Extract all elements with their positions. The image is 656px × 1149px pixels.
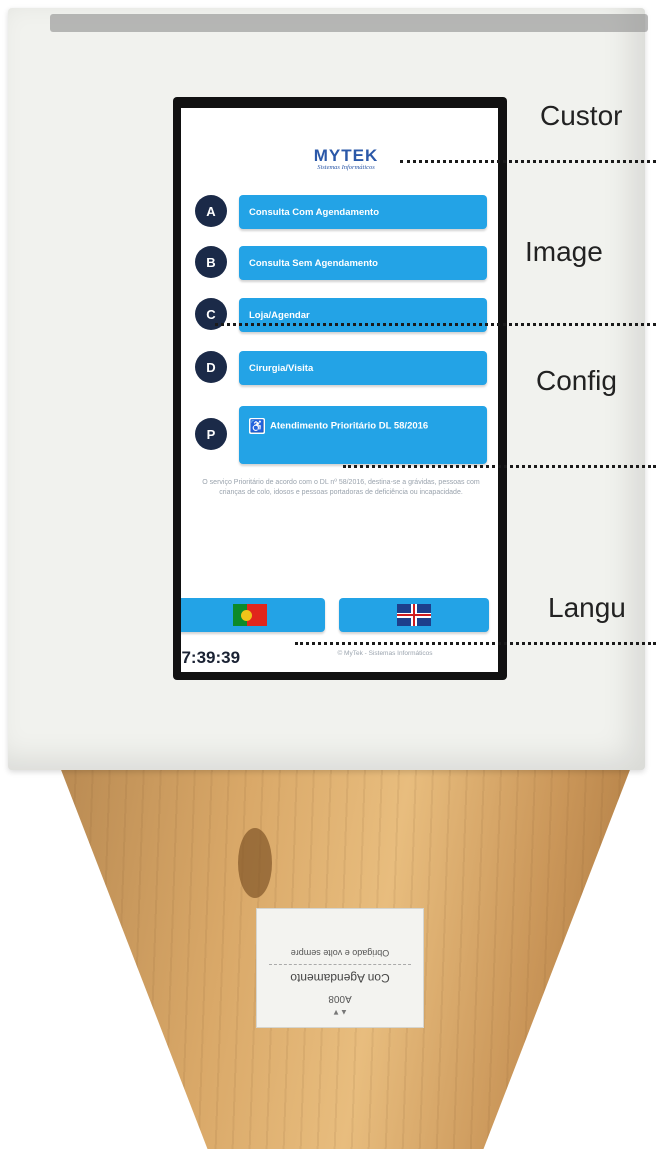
letter-badge-p: P — [192, 415, 230, 453]
printed-ticket: ▲▼ A008 Con Agendamento Obrigado e volte… — [256, 908, 424, 1028]
annotation-language: Langu — [548, 592, 626, 623]
annotation-image: Image — [525, 236, 603, 267]
footer-credit: © MyTek - Sistemas Informáticos — [337, 650, 433, 657]
brand-name: MYTEK — [313, 146, 379, 165]
language-button-en[interactable] — [339, 598, 489, 632]
letter-badge-d: D — [192, 348, 230, 386]
annotation-custom: Custor — [540, 100, 623, 131]
leader-line-custom — [400, 160, 656, 163]
clock: 17:39:39 — [181, 648, 241, 667]
brand-logo: MYTEK Sistemas Informáticos — [301, 146, 391, 171]
kiosk-screen: MYTEK Sistemas Informáticos A Consulta C… — [181, 108, 498, 672]
uk-flag-icon — [397, 604, 431, 626]
letter-badge-a: A — [192, 192, 230, 230]
service-button-p[interactable]: ♿ Atendimento Prioritário DL 58/2016 — [239, 406, 487, 464]
service-button-b[interactable]: Consulta Sem Agendamento — [239, 246, 487, 280]
leader-line-config — [343, 465, 656, 468]
service-button-a[interactable]: Consulta Com Agendamento — [239, 195, 487, 229]
leader-line-language — [295, 642, 656, 645]
wheelchair-icon: ♿ — [249, 418, 265, 434]
annotation-config: Config — [536, 365, 617, 396]
ticket-code: A008 — [328, 993, 352, 1004]
letter-badge-b: B — [192, 243, 230, 281]
leader-line-image — [215, 323, 656, 326]
service-button-d[interactable]: Cirurgia/Visita — [239, 351, 487, 385]
ticket-service: Con Agendamento — [290, 971, 390, 985]
portugal-flag-icon — [233, 604, 267, 626]
language-button-pt[interactable] — [181, 598, 325, 632]
ticket-logo: ▲▼ — [332, 1008, 348, 1017]
wood-knot — [238, 828, 272, 898]
service-button-c[interactable]: Loja/Agendar — [239, 298, 487, 332]
ticket-line: Obrigado e volte sempre — [290, 948, 390, 958]
priority-label: Atendimento Prioritário DL 58/2016 — [270, 420, 429, 432]
priority-notice: O serviço Prioritário de acordo com o DL… — [202, 479, 480, 496]
